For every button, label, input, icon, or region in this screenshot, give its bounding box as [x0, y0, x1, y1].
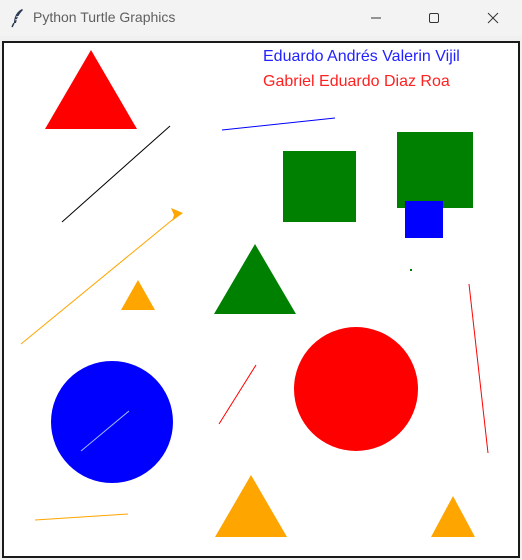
orange-long-line: [20, 215, 178, 345]
window-title: Python Turtle Graphics: [33, 9, 176, 25]
blue-circle: [51, 361, 173, 483]
title-bar[interactable]: Python Turtle Graphics: [0, 0, 522, 36]
orange-triangle-bottom-right: [431, 496, 475, 537]
minimize-button[interactable]: [353, 0, 399, 36]
turtle-canvas[interactable]: Eduardo Andrés Valerin Vijil Gabriel Edu…: [2, 41, 520, 558]
orange-bottom-line: [34, 513, 129, 521]
red-line-right: [468, 283, 489, 454]
turtle-arrow-icon: [171, 208, 183, 221]
orange-small-triangle: [121, 280, 155, 310]
close-icon: [487, 12, 499, 24]
author-name-2: Gabriel Eduardo Diaz Roa: [263, 73, 450, 90]
red-circle: [294, 327, 418, 451]
black-line: [61, 125, 171, 223]
feather-icon: [10, 8, 26, 28]
blue-square: [405, 201, 443, 238]
drawing-surface: [20, 50, 489, 537]
close-button[interactable]: [470, 0, 516, 36]
minimize-icon: [371, 17, 381, 19]
green-dot: [410, 269, 412, 271]
green-triangle: [214, 244, 296, 314]
turtle-window: Python Turtle Graphics Eduardo Andrés Va…: [0, 0, 522, 560]
green-square-right: [397, 132, 473, 208]
author-name-1: Eduardo Andrés Valerin Vijil: [263, 48, 460, 65]
blue-line: [221, 117, 336, 131]
red-line-short: [218, 364, 257, 425]
red-triangle: [45, 50, 137, 129]
green-square-middle: [283, 151, 356, 222]
orange-triangle-bottom-middle: [215, 475, 287, 537]
maximize-button[interactable]: [411, 0, 457, 36]
maximize-icon: [429, 13, 439, 23]
